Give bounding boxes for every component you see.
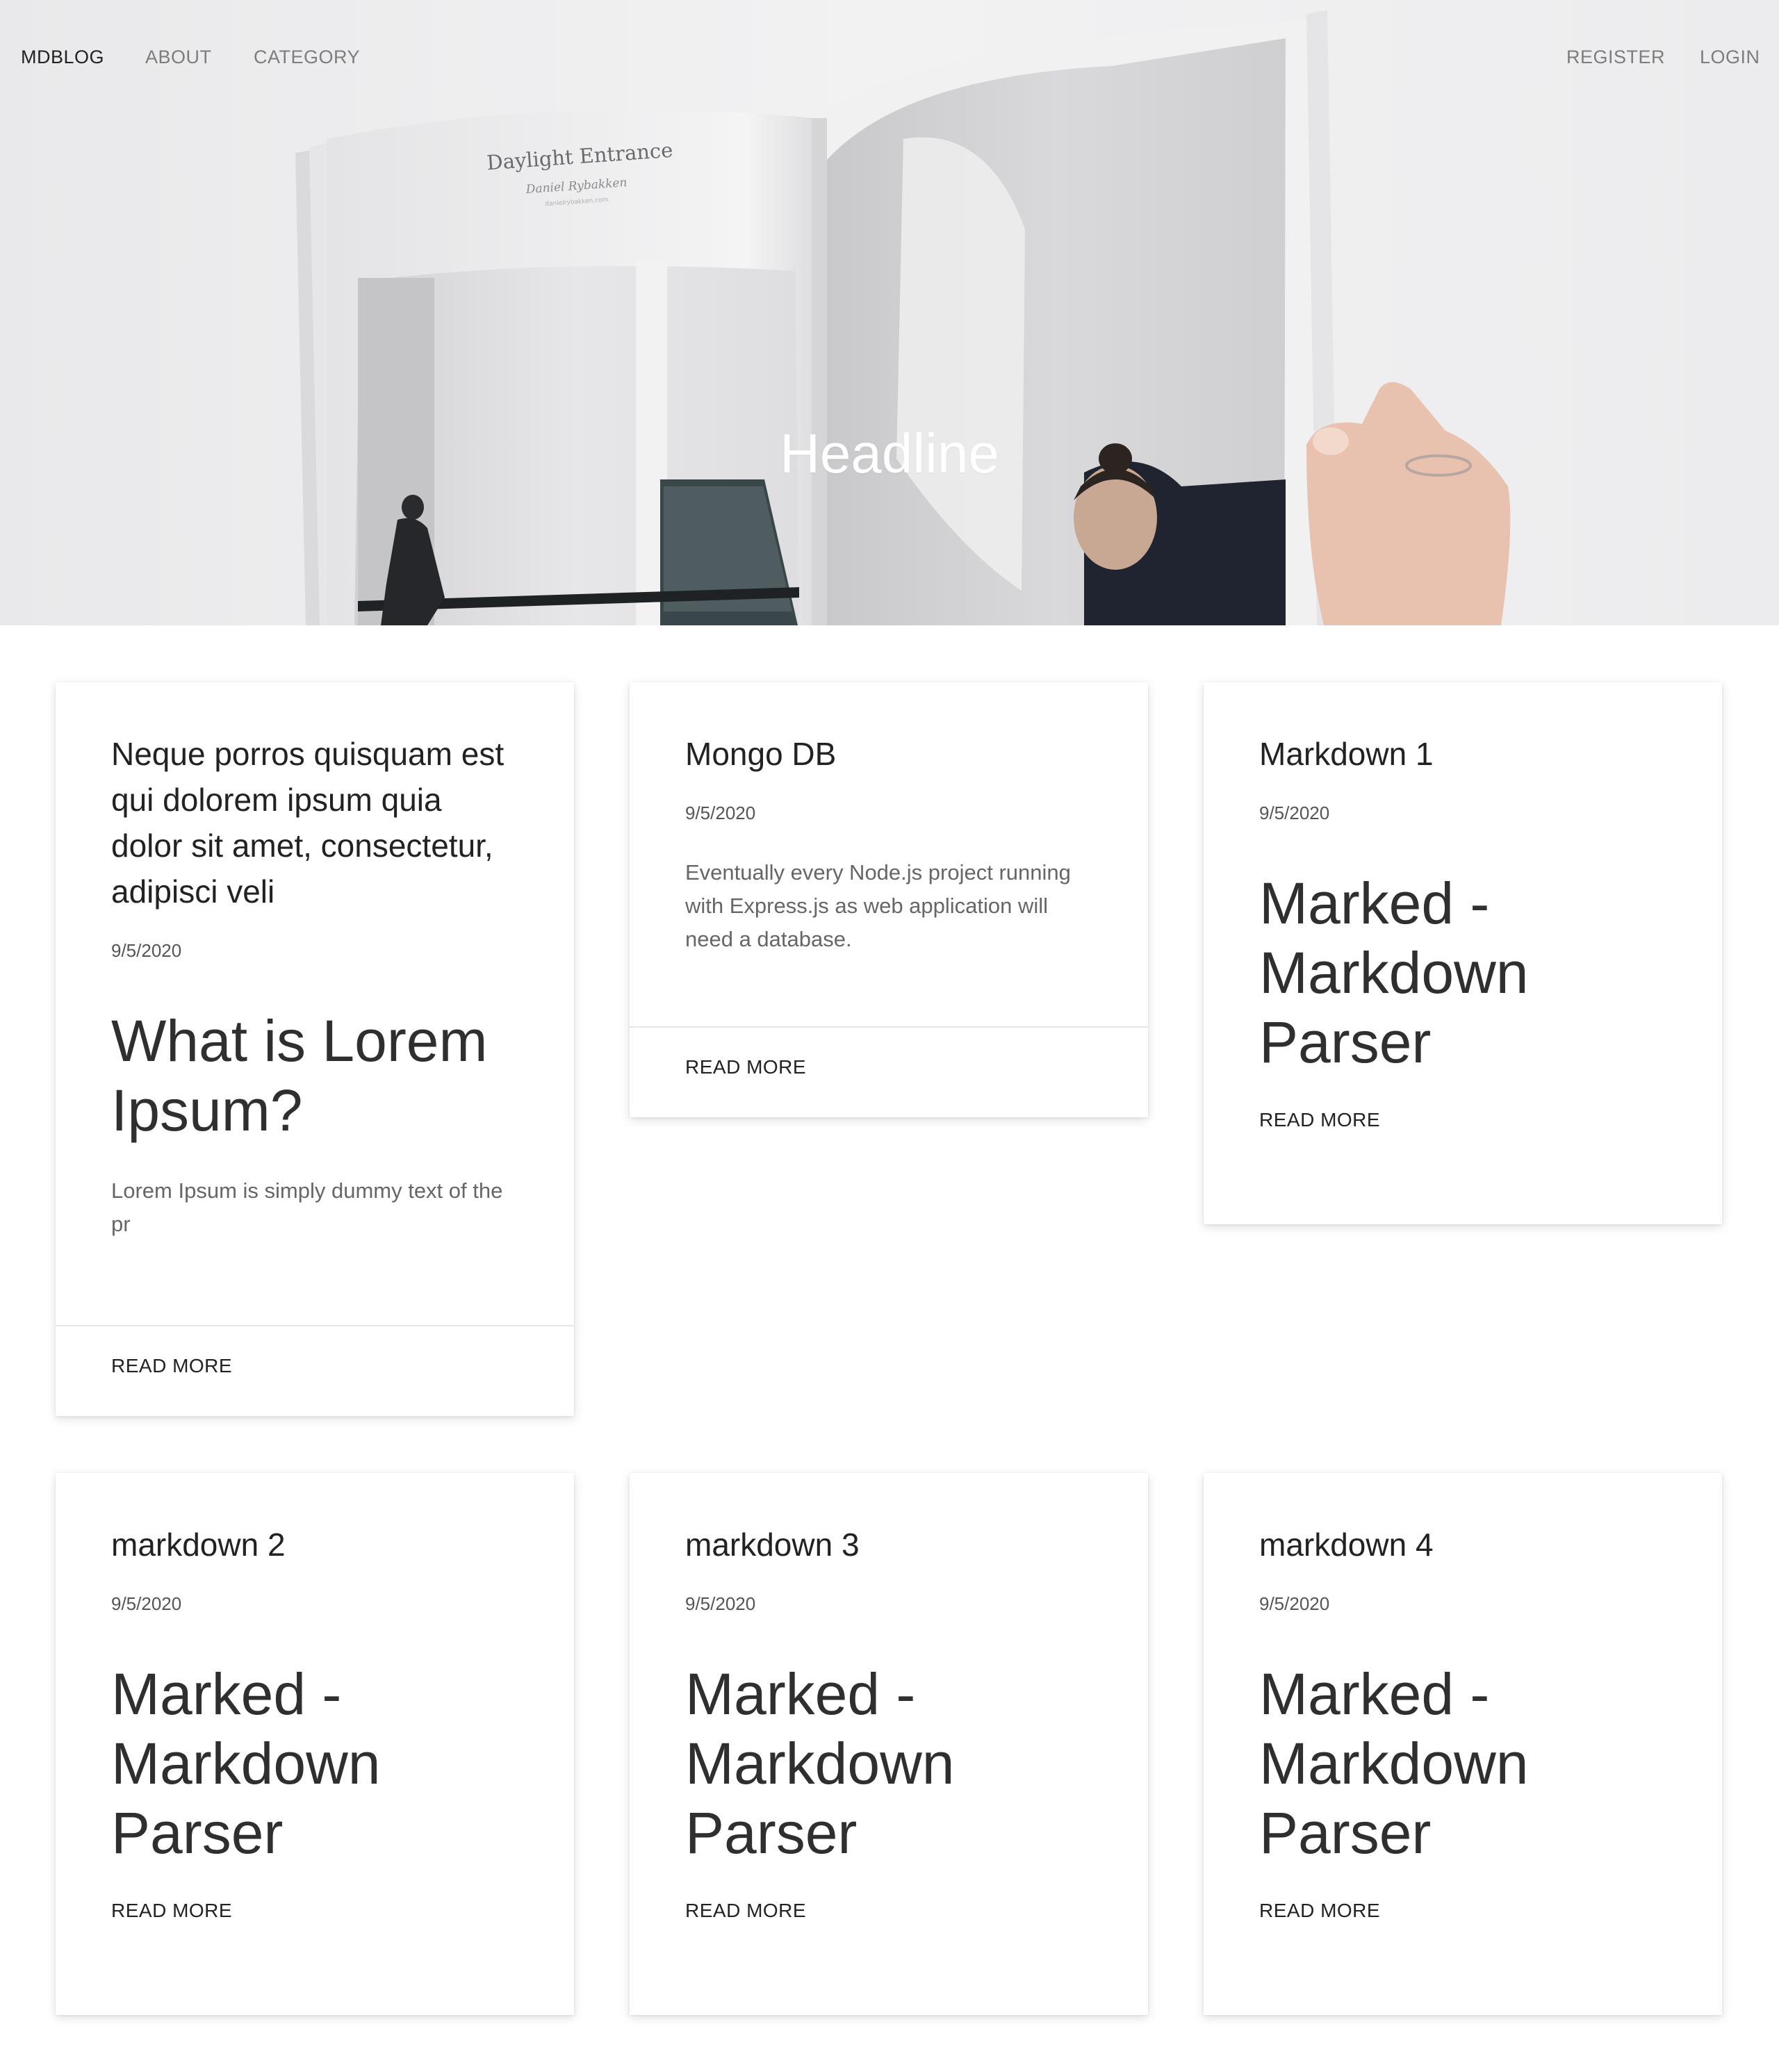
read-more-link[interactable]: READ MORE (111, 1897, 232, 1925)
post-date: 9/5/2020 (1259, 1593, 1330, 1614)
post-title[interactable]: markdown 2 (111, 1522, 518, 1568)
top-navbar: MDBLOG ABOUT CATEGORY REGISTER LOGIN (0, 0, 1779, 114)
read-more-link[interactable]: READ MORE (685, 1053, 806, 1081)
post-card: Mongo DB 9/5/2020 Eventually every Node.… (630, 682, 1148, 1117)
nav-register[interactable]: REGISTER (1566, 44, 1665, 69)
post-title[interactable]: Markdown 1 (1259, 731, 1666, 777)
post-date: 9/5/2020 (685, 1593, 756, 1614)
post-card: markdown 2 9/5/2020 Marked - Markdown Pa… (56, 1473, 574, 2015)
post-title[interactable]: markdown 4 (1259, 1522, 1666, 1568)
hero-banner: Daylight Entrance Daniel Rybakken daniel… (0, 0, 1779, 625)
nav-category[interactable]: CATEGORY (254, 44, 360, 69)
post-title[interactable]: Neque porros quisquam est qui dolorem ip… (111, 731, 518, 914)
post-heading: Marked - Markdown Parser (111, 1661, 381, 1866)
post-date: 9/5/2020 (1259, 803, 1330, 823)
post-heading: What is Lorem Ipsum? (111, 1008, 488, 1143)
post-heading: Marked - Markdown Parser (1259, 1661, 1529, 1866)
post-heading: Marked - Markdown Parser (685, 1661, 955, 1866)
post-date: 9/5/2020 (111, 940, 182, 961)
read-more-link[interactable]: READ MORE (1259, 1897, 1380, 1925)
post-excerpt: Eventually every Node.js project running… (685, 860, 1071, 951)
read-more-link[interactable]: READ MORE (1259, 1106, 1380, 1134)
hero-headline: Headline (780, 422, 999, 484)
nav-about[interactable]: ABOUT (145, 44, 212, 69)
post-date: 9/5/2020 (685, 803, 756, 823)
read-more-link[interactable]: READ MORE (685, 1897, 806, 1925)
post-title[interactable]: markdown 3 (685, 1522, 1092, 1568)
read-more-link[interactable]: READ MORE (111, 1352, 232, 1380)
post-card: Neque porros quisquam est qui dolorem ip… (56, 682, 574, 1416)
brand-link[interactable]: MDBLOG (21, 44, 104, 69)
post-excerpt: Lorem Ipsum is simply dummy text of the … (111, 1178, 503, 1236)
post-card: Markdown 1 9/5/2020 Marked - Markdown Pa… (1204, 682, 1722, 1224)
post-heading: Marked - Markdown Parser (1259, 871, 1529, 1075)
post-date: 9/5/2020 (111, 1593, 182, 1614)
post-card: markdown 3 9/5/2020 Marked - Markdown Pa… (630, 1473, 1148, 2015)
nav-login[interactable]: LOGIN (1700, 44, 1760, 69)
post-card: markdown 4 9/5/2020 Marked - Markdown Pa… (1204, 1473, 1722, 2015)
post-title[interactable]: Mongo DB (685, 731, 1092, 777)
